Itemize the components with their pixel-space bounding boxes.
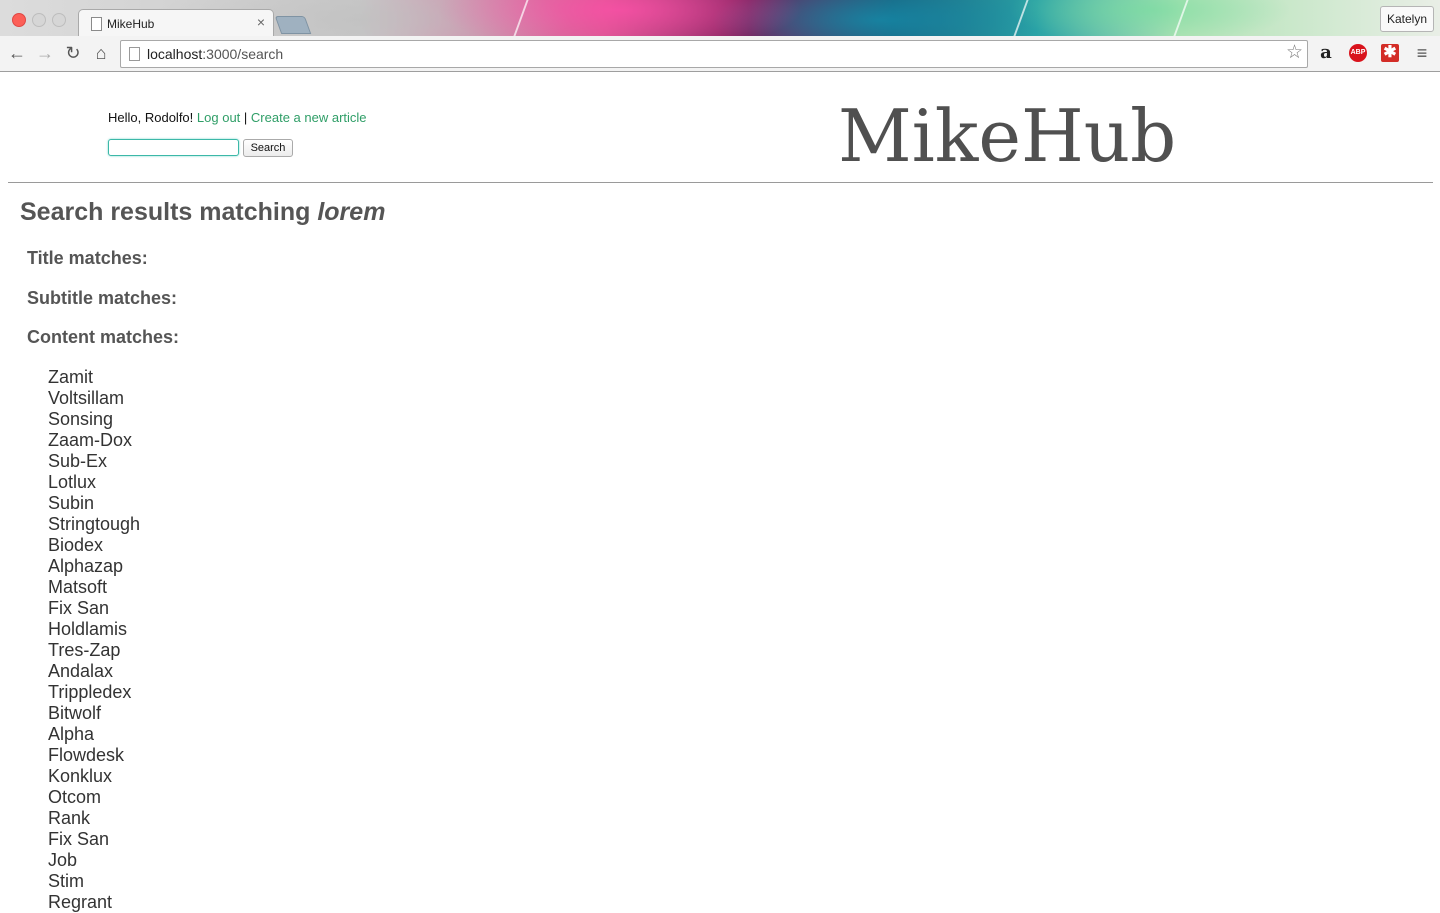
profile-button[interactable]: Katelyn	[1380, 6, 1434, 32]
title-matches-heading: Title matches:	[27, 248, 148, 268]
create-article-link[interactable]: Create a new article	[251, 110, 367, 125]
window-zoom-button[interactable]	[52, 13, 66, 27]
list-item[interactable]: Flowdesk	[48, 745, 140, 766]
results-heading: Search results matching lorem	[20, 198, 385, 227]
browser-tab[interactable]: MikeHub ×	[78, 9, 274, 37]
content-matches-list: Zamit Voltsillam Sonsing Zaam-Dox Sub-Ex…	[48, 367, 140, 913]
list-item[interactable]: Trippledex	[48, 682, 140, 703]
list-item[interactable]: Sub-Ex	[48, 451, 140, 472]
list-item[interactable]: Bitwolf	[48, 703, 140, 724]
menu-icon[interactable]: ≡	[1413, 44, 1431, 62]
list-item[interactable]: Andalax	[48, 661, 140, 682]
list-item[interactable]: Subin	[48, 493, 140, 514]
window-close-button[interactable]	[12, 13, 26, 27]
list-item[interactable]: Lotlux	[48, 472, 140, 493]
list-item[interactable]: Matsoft	[48, 577, 140, 598]
header-divider	[8, 182, 1433, 183]
wallpaper-streak	[1173, 0, 1189, 36]
url-text: localhost:3000/search	[147, 46, 283, 62]
browser-titlebar: MikeHub × Katelyn	[0, 0, 1440, 37]
list-item[interactable]: Voltsillam	[48, 388, 140, 409]
list-item[interactable]: Fix San	[48, 598, 140, 619]
list-item[interactable]: Rank	[48, 808, 140, 829]
list-item[interactable]: Job	[48, 850, 140, 871]
tab-title: MikeHub	[107, 17, 155, 31]
window-minimize-button[interactable]	[32, 13, 46, 27]
new-tab-button[interactable]	[274, 16, 312, 34]
page-icon	[91, 17, 102, 31]
list-item[interactable]: Alphazap	[48, 556, 140, 577]
adblock-icon[interactable]: ABP	[1349, 44, 1367, 62]
tab-close-icon[interactable]: ×	[257, 15, 265, 29]
list-item[interactable]: Stim	[48, 871, 140, 892]
list-item[interactable]: Konklux	[48, 766, 140, 787]
forward-icon[interactable]: →	[35, 43, 55, 63]
list-item[interactable]: Zamit	[48, 367, 140, 388]
back-icon[interactable]: ←	[7, 43, 27, 63]
list-item[interactable]: Holdlamis	[48, 619, 140, 640]
amazon-icon[interactable]: a	[1317, 44, 1335, 62]
browser-toolbar: ← → ↻ ⌂ localhost:3000/search ☆ a ABP ✱ …	[0, 36, 1440, 72]
list-item[interactable]: Stringtough	[48, 514, 140, 535]
greeting-text: Hello, Rodolfo!	[108, 110, 194, 125]
link-separator: |	[243, 110, 248, 125]
list-item[interactable]: Alpha	[48, 724, 140, 745]
logout-link[interactable]: Log out	[197, 110, 240, 125]
list-item[interactable]: Zaam-Dox	[48, 430, 140, 451]
list-item[interactable]: Tres-Zap	[48, 640, 140, 661]
list-item[interactable]: Regrant	[48, 892, 140, 913]
reload-icon[interactable]: ↻	[63, 43, 83, 63]
site-logo[interactable]: MikeHub	[838, 94, 1176, 178]
home-icon[interactable]: ⌂	[91, 43, 111, 63]
subtitle-matches-heading: Subtitle matches:	[27, 288, 178, 308]
search-input[interactable]	[108, 139, 239, 156]
bookmark-star-icon[interactable]: ☆	[1286, 43, 1303, 63]
page-icon	[129, 47, 140, 61]
address-bar[interactable]: localhost:3000/search ☆	[120, 40, 1308, 68]
list-item[interactable]: Otcom	[48, 787, 140, 808]
url-host: localhost	[147, 46, 203, 62]
search-query: lorem	[317, 198, 386, 226]
list-item[interactable]: Biodex	[48, 535, 140, 556]
search-button[interactable]: Search	[243, 139, 293, 157]
user-greeting-bar: Hello, Rodolfo! Log out | Create a new a…	[108, 110, 367, 125]
wallpaper-streak	[513, 0, 529, 36]
content-matches-heading: Content matches:	[27, 327, 180, 347]
wallpaper-streak	[1013, 0, 1029, 36]
list-item[interactable]: Fix San	[48, 829, 140, 850]
list-item[interactable]: Sonsing	[48, 409, 140, 430]
lastpass-icon[interactable]: ✱	[1381, 44, 1399, 62]
url-path: :3000/search	[202, 46, 284, 62]
results-heading-prefix: Search results matching	[20, 198, 311, 226]
